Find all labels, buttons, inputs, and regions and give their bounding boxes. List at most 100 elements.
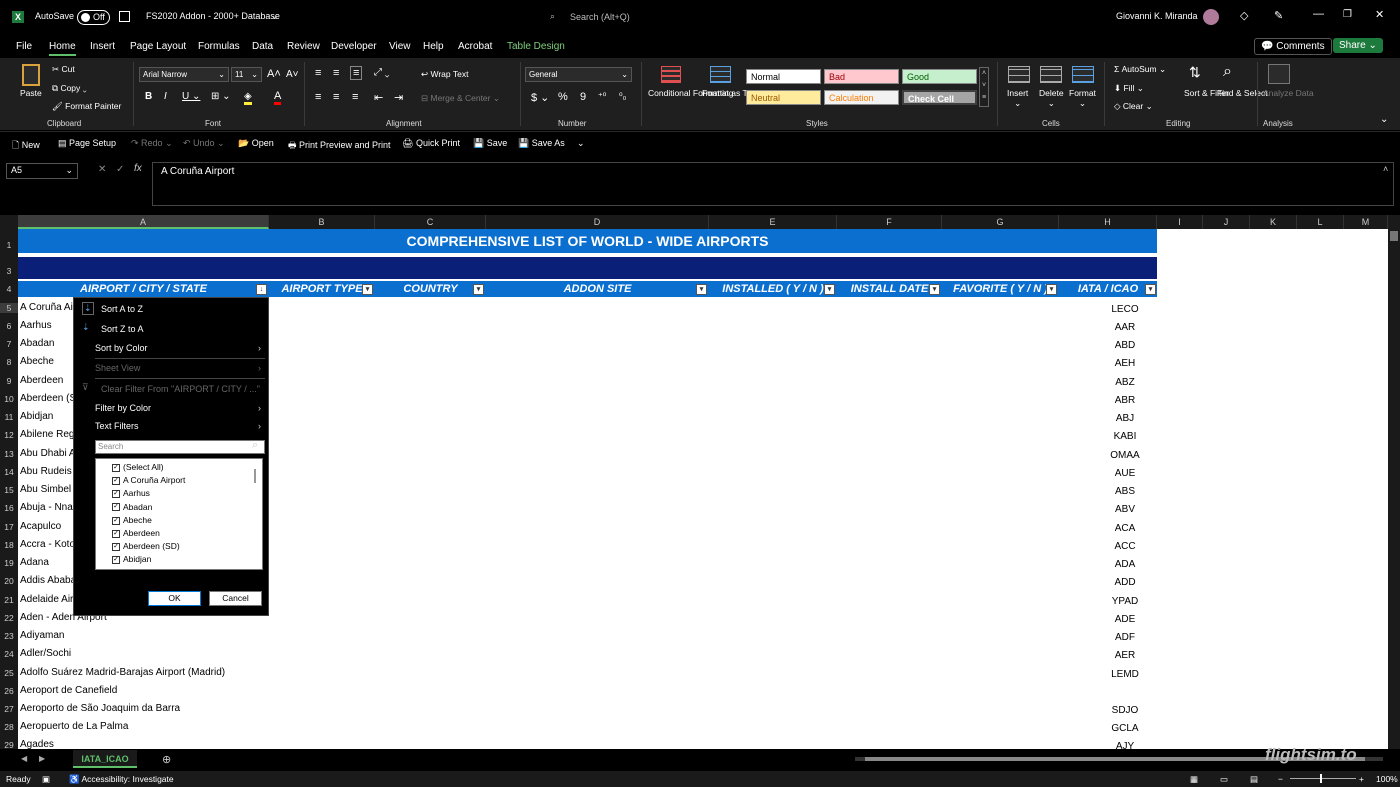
cut-button[interactable]: ✂ Cut — [52, 64, 75, 75]
align-left-icon[interactable]: ≡ — [315, 91, 321, 103]
prev-sheet-icon[interactable]: ◀ — [21, 754, 27, 763]
format-cells-icon[interactable] — [1072, 66, 1094, 83]
header-installed[interactable]: INSTALLED ( Y / N ) ▾ — [709, 281, 837, 297]
tab-file[interactable]: File — [16, 41, 32, 52]
diamond-icon[interactable]: ◇ — [1240, 9, 1248, 22]
filter-dropdown-icon[interactable]: ▾ — [362, 284, 373, 295]
code-cell[interactable]: SDJO — [1084, 705, 1166, 716]
page-setup-button[interactable]: ▤ Page Setup — [58, 138, 116, 149]
style-neutral[interactable]: Neutral — [746, 90, 821, 105]
formula-input[interactable]: A Coruña Airport — [152, 162, 1394, 206]
row-header[interactable]: 13 — [0, 449, 18, 459]
format-painter-button[interactable]: 🖌 Format Painter — [52, 101, 121, 112]
tab-data[interactable]: Data — [252, 41, 273, 52]
row-header[interactable]: 23 — [0, 631, 18, 641]
code-cell[interactable]: AUE — [1084, 468, 1166, 479]
decrease-decimal-icon[interactable]: ⁰₀ — [619, 91, 626, 102]
borders-icon[interactable]: ⊞ ⌄ — [211, 91, 231, 102]
row-header[interactable]: 11 — [0, 412, 18, 422]
airport-cell[interactable]: Abu Simbel — [20, 484, 71, 495]
conditional-formatting-icon[interactable] — [661, 66, 681, 83]
decrease-font-icon[interactable]: A˅ — [286, 69, 299, 80]
name-box[interactable]: A5 ⌄ — [6, 163, 78, 179]
row-header[interactable]: 25 — [0, 668, 18, 678]
sort-a-to-z[interactable]: Sort A to Z — [101, 304, 143, 314]
filter-dropdown-icon[interactable]: ▾ — [473, 284, 484, 295]
percent-icon[interactable]: % — [558, 91, 568, 103]
tab-page-layout[interactable]: Page Layout — [130, 41, 186, 52]
search-bar[interactable]: ⌕ Search (Alt+Q) — [550, 8, 850, 28]
insert-function-icon[interactable]: fx — [134, 163, 142, 174]
italic-button[interactable]: I — [164, 91, 167, 102]
code-cell[interactable]: ABR — [1084, 395, 1166, 406]
row-header[interactable]: 24 — [0, 649, 18, 659]
code-cell[interactable]: ABD — [1084, 340, 1166, 351]
code-cell[interactable]: ABS — [1084, 486, 1166, 497]
cancel-entry-icon[interactable]: ✕ — [98, 164, 106, 175]
code-cell[interactable]: ACA — [1084, 523, 1166, 534]
macro-icon[interactable]: ▣ — [42, 774, 50, 785]
airport-cell[interactable]: Adana — [20, 557, 49, 568]
delete-cells-button[interactable]: Delete ⌄ — [1039, 88, 1064, 109]
scroll-thumb[interactable] — [1390, 231, 1398, 241]
increase-font-icon[interactable]: A˄ — [267, 68, 281, 80]
text-filters[interactable]: Text Filters — [95, 421, 139, 431]
code-cell[interactable]: YPAD — [1084, 596, 1166, 607]
accessibility-status[interactable]: ♿ Accessibility: Investigate — [69, 774, 174, 785]
column-header-k[interactable]: K — [1250, 215, 1297, 229]
code-cell[interactable]: ABJ — [1084, 413, 1166, 424]
decrease-indent-icon[interactable]: ⇤ — [374, 91, 383, 104]
checkbox-icon[interactable]: ✓ — [112, 503, 120, 512]
filter-value-list[interactable]: ✓ (Select All) ✓ A Coruña Airport ✓ Aarhus ✓ Ab… — [95, 458, 263, 570]
column-header-h[interactable]: H — [1059, 215, 1157, 229]
add-sheet-icon[interactable]: ⊕ — [162, 753, 171, 766]
airport-cell[interactable]: Aarhus — [20, 320, 52, 331]
code-cell[interactable]: ADD — [1084, 577, 1166, 588]
airport-cell[interactable]: Addis Ababa — [20, 575, 76, 586]
airport-cell[interactable]: Acapulco — [20, 521, 61, 532]
style-normal[interactable]: Normal — [746, 69, 821, 84]
row-header[interactable]: 14 — [0, 467, 18, 477]
find-icon[interactable]: ⌕ — [1223, 63, 1232, 81]
filter-list-item[interactable]: ✓ Abadan — [112, 502, 152, 512]
comma-icon[interactable]: 9 — [580, 91, 586, 103]
insert-cells-button[interactable]: Insert ⌄ — [1007, 88, 1028, 109]
comments-button[interactable]: 💬 Comments — [1254, 38, 1332, 55]
code-cell[interactable]: GCLA — [1084, 723, 1166, 734]
code-cell[interactable]: ABZ — [1084, 377, 1166, 388]
font-name-select[interactable]: Arial Narrow ⌄ — [139, 67, 229, 82]
code-cell[interactable]: AAR — [1084, 322, 1166, 333]
airport-cell[interactable]: Adelaide Airp — [20, 594, 79, 605]
column-header-g[interactable]: G — [942, 215, 1059, 229]
increase-decimal-icon[interactable]: ⁺⁰ — [598, 91, 606, 102]
quick-print-button[interactable]: 🖨 Quick Print — [402, 138, 460, 149]
filter-dropdown-icon[interactable]: ▾ — [929, 284, 940, 295]
format-table-icon[interactable] — [710, 66, 731, 83]
row-header[interactable]: 16 — [0, 503, 18, 513]
column-header-f[interactable]: F — [837, 215, 942, 229]
save-as-button[interactable]: 💾 Save As — [518, 138, 565, 149]
column-header-e[interactable]: E — [709, 215, 837, 229]
airport-cell[interactable]: Aeroporto de São Joaquim da Barra — [20, 703, 180, 714]
header-airport[interactable]: AIRPORT / CITY / STATE ↓ — [18, 281, 269, 297]
normal-view-icon[interactable]: ▦ — [1190, 774, 1198, 785]
row-header[interactable]: 17 — [0, 522, 18, 532]
row-header[interactable]: 22 — [0, 613, 18, 623]
zoom-out-icon[interactable]: − — [1278, 774, 1283, 784]
styles-scroll[interactable]: ˄ ˅ ≡ — [979, 67, 989, 107]
style-check-cell[interactable]: Check Cell — [902, 90, 977, 105]
filter-list-item[interactable]: ✓ Aarhus — [112, 488, 150, 498]
vertical-scrollbar[interactable] — [1388, 229, 1400, 749]
code-cell[interactable]: ABV — [1084, 504, 1166, 515]
checkbox-icon[interactable]: ✓ — [112, 556, 120, 565]
row-header[interactable]: 26 — [0, 686, 18, 696]
close-icon[interactable]: ✕ — [1375, 8, 1384, 21]
style-bad[interactable]: Bad — [824, 69, 899, 84]
row-header[interactable]: 8 — [0, 357, 18, 367]
row-header[interactable]: 6 — [0, 321, 18, 331]
code-cell[interactable]: KABI — [1084, 431, 1166, 442]
filter-list-item[interactable]: ✓ Abidjan — [112, 554, 151, 564]
column-header-m[interactable]: M — [1344, 215, 1388, 229]
airport-cell[interactable]: Aberdeen — [20, 375, 63, 386]
row-header[interactable]: 27 — [0, 704, 18, 714]
